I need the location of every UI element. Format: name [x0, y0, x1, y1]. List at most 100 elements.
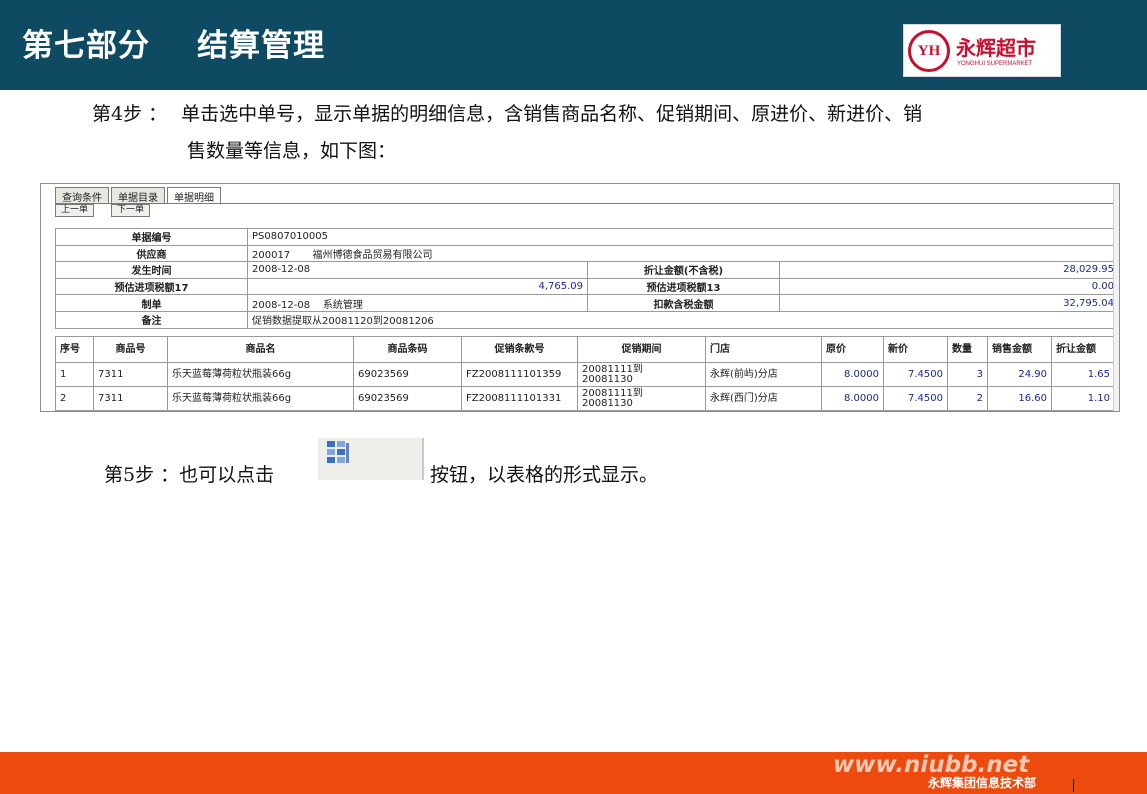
step5-prefix: 第5步 ：也可以点击 — [104, 460, 274, 487]
row-sales: 16.60 — [987, 386, 1052, 411]
tax13-label: 预估进项税额13 — [587, 277, 780, 296]
logo-name-en: YONGHUI SUPERMARKET — [957, 61, 1033, 67]
doc-no-value: PS0807010005 — [247, 228, 1119, 246]
time-value: 2008-12-08 — [247, 261, 588, 279]
row-sku: 7311 — [93, 386, 168, 411]
supplier-name: 福州博德食品贸易有限公司 — [312, 249, 433, 261]
remark-label: 备注 — [55, 310, 248, 329]
col-barcode[interactable]: 商品条码 — [353, 336, 462, 363]
step5-label: 第5步 ： — [104, 464, 180, 486]
row-new-price: 7.4500 — [883, 362, 948, 387]
supplier-label: 供应商 — [55, 244, 248, 263]
row-seq: 1 — [55, 362, 94, 387]
slide-title: 第七部分 结算管理 — [22, 28, 326, 64]
info-row: 单据编号 PS0807010005 — [55, 228, 1119, 246]
maker-label: 制单 — [55, 294, 248, 312]
step5-post-text: 按钮，以表格的形式显示。 — [430, 464, 659, 486]
detail-header-row: 序号 商品号 商品名 商品条码 促销条款号 促销期间 门店 原价 新价 数量 销… — [55, 336, 1115, 363]
row-barcode: 69023569 — [353, 386, 462, 411]
table-row[interactable]: 1 7311 乐天蓝莓薄荷粒状瓶装66g 69023569 FZ20081111… — [55, 362, 1115, 387]
col-store[interactable]: 门店 — [705, 336, 822, 363]
row-name: 乐天蓝莓薄荷粒状瓶装66g — [167, 362, 354, 387]
footer-divider — [1073, 779, 1074, 792]
make-date: 2008-12-08 — [252, 299, 311, 311]
row-old-price: 8.0000 — [821, 386, 884, 411]
discount-label: 折让金额(不含税) — [587, 261, 780, 279]
vertical-scrollbar[interactable] — [1113, 184, 1119, 411]
logo-emblem: YH — [908, 30, 950, 72]
row-qty: 2 — [947, 386, 988, 411]
supplier-value: 200017 福州博德食品贸易有限公司 — [247, 244, 1119, 263]
doc-no-label: 单据编号 — [55, 228, 248, 246]
row-promo-no: FZ2008111101331 — [461, 386, 578, 411]
grid-view-icon — [327, 441, 349, 463]
row-discount: 1.65 — [1051, 362, 1115, 387]
col-promo-no[interactable]: 促销条款号 — [461, 336, 578, 363]
tax13-value: 0.00 — [779, 277, 1119, 296]
deduct-label: 扣款含税金额 — [587, 294, 780, 312]
row-sales: 24.90 — [987, 362, 1052, 387]
row-seq: 2 — [55, 386, 94, 411]
detail-table: 序号 商品号 商品名 商品条码 促销条款号 促销期间 门店 原价 新价 数量 销… — [55, 336, 1115, 411]
slide-header: 第七部分 结算管理 YH 永辉超市 YONGHUI SUPERMARKET — [0, 0, 1147, 90]
row-store: 永辉(前屿)分店 — [705, 362, 822, 387]
remark-value: 促销数据提取从20081120到20081206 — [247, 310, 1119, 329]
col-new-price[interactable]: 新价 — [883, 336, 948, 363]
document-detail-window: 查询条件 单据目录 单据明细 上一单 下一单 单据编号 PS0807010005… — [40, 183, 1120, 412]
table-row[interactable]: 2 7311 乐天蓝莓薄荷粒状瓶装66g 69023569 FZ20081111… — [55, 386, 1115, 411]
row-old-price: 8.0000 — [821, 362, 884, 387]
step4-text-line1: 第4步 ： 单击选中单号，显示单据的明细信息，含销售商品名称、促销期间、原进价、新… — [92, 99, 922, 126]
next-document-button[interactable]: 下一单 — [111, 204, 151, 217]
tab-divider — [55, 203, 1115, 204]
period-start: 20081111到 — [582, 363, 643, 375]
col-sales-amount[interactable]: 销售金额 — [987, 336, 1052, 363]
info-row: 供应商 200017 福州博德食品贸易有限公司 — [55, 244, 1119, 263]
table-view-button[interactable] — [318, 438, 424, 480]
col-old-price[interactable]: 原价 — [821, 336, 884, 363]
time-label: 发生时间 — [55, 261, 248, 279]
row-qty: 3 — [947, 362, 988, 387]
prev-document-button[interactable]: 上一单 — [55, 204, 95, 217]
row-barcode: 69023569 — [353, 362, 462, 387]
supplier-code: 200017 — [252, 249, 291, 261]
row-sku: 7311 — [93, 362, 168, 387]
tab-bar: 查询条件 单据目录 单据明细 — [55, 187, 223, 204]
row-promo-period: 20081111到 20081130 — [577, 386, 706, 411]
row-store: 永辉(西门)分店 — [705, 386, 822, 411]
step4-description: 单击选中单号，显示单据的明细信息，含销售商品名称、促销期间、原进价、新进价、销 — [181, 103, 923, 125]
discount-value: 28,029.95 — [779, 261, 1119, 279]
row-promo-no: FZ2008111101359 — [461, 362, 578, 387]
period-end: 20081130 — [582, 397, 633, 409]
info-row: 备注 促销数据提取从20081120到20081206 — [55, 310, 1119, 329]
row-promo-period: 20081111到 20081130 — [577, 362, 706, 387]
col-sku[interactable]: 商品号 — [93, 336, 168, 363]
step4-text-line2: 售数量等信息，如下图： — [187, 140, 397, 162]
tax17-label: 预估进项税额17 — [55, 277, 248, 296]
maker-value: 2008-12-08 系统管理 — [247, 294, 588, 312]
row-discount: 1.10 — [1051, 386, 1115, 411]
col-discount-amount[interactable]: 折让金额 — [1051, 336, 1115, 363]
row-new-price: 7.4500 — [883, 386, 948, 411]
deduct-value: 32,795.04 — [779, 294, 1119, 312]
document-header-info: 单据编号 PS0807010005 供应商 200017 福州博德食品贸易有限公… — [55, 228, 1119, 329]
info-row: 预估进项税额17 4,765.09 预估进项税额13 0.00 — [55, 277, 1119, 296]
step4-label: 第4步 ： — [92, 103, 168, 125]
tab-document-detail[interactable]: 单据明细 — [167, 187, 221, 204]
period-end: 20081130 — [582, 373, 633, 385]
info-row: 发生时间 2008-12-08 折让金额(不含税) 28,029.95 — [55, 261, 1119, 279]
row-name: 乐天蓝莓薄荷粒状瓶装66g — [167, 386, 354, 411]
step5-pre-text: 也可以点击 — [179, 464, 275, 486]
footer-department: 永辉集团信息技术部 — [928, 776, 1037, 790]
company-logo: YH 永辉超市 YONGHUI SUPERMARKET — [903, 24, 1061, 77]
col-seq[interactable]: 序号 — [55, 336, 94, 363]
info-row: 制单 2008-12-08 系统管理 扣款含税金额 32,795.04 — [55, 294, 1119, 312]
col-promo-period[interactable]: 促销期间 — [577, 336, 706, 363]
col-qty[interactable]: 数量 — [947, 336, 988, 363]
logo-name-cn: 永辉超市 — [956, 36, 1036, 60]
tab-document-list[interactable]: 单据目录 — [111, 187, 165, 204]
maker-name: 系统管理 — [322, 299, 363, 311]
col-name[interactable]: 商品名 — [167, 336, 354, 363]
period-start: 20081111到 — [582, 387, 643, 399]
tax17-value: 4,765.09 — [247, 277, 588, 296]
tab-query-conditions[interactable]: 查询条件 — [55, 187, 109, 204]
